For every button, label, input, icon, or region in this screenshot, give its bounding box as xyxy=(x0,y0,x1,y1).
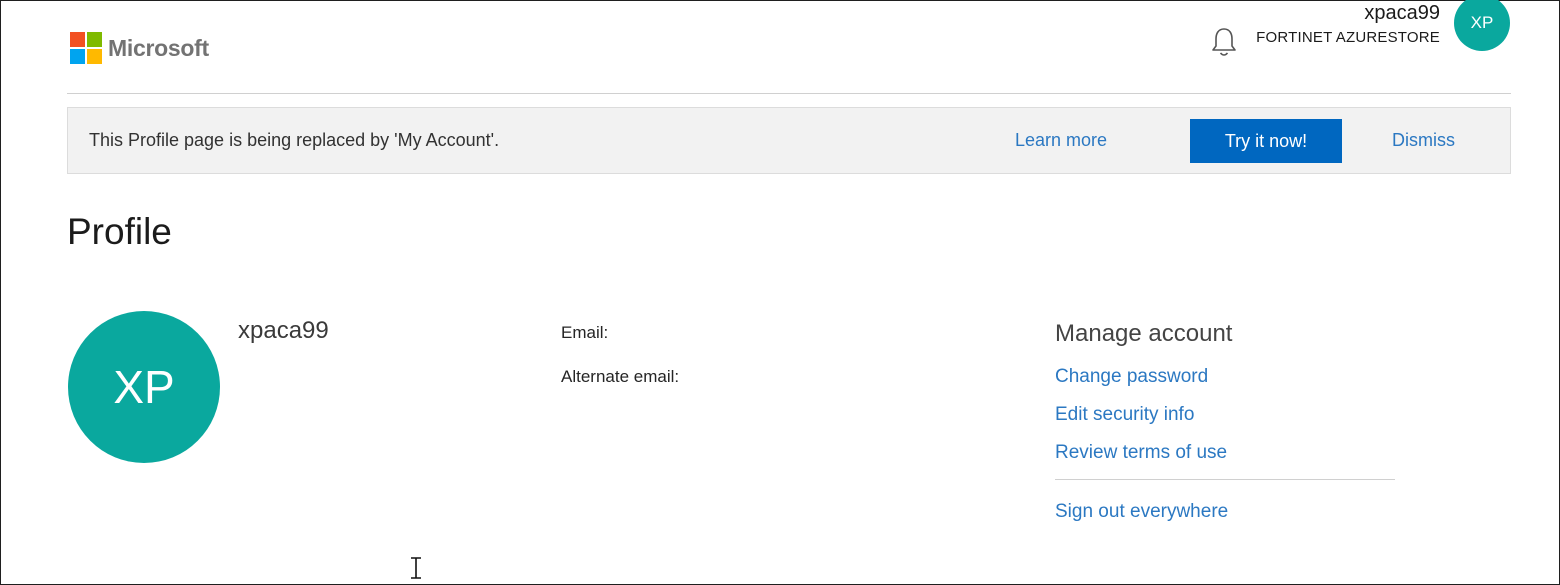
try-it-now-button[interactable]: Try it now! xyxy=(1190,119,1342,163)
text-cursor-icon xyxy=(409,556,423,580)
header-avatar[interactable]: XP xyxy=(1454,0,1510,51)
email-label: Email: xyxy=(561,323,609,342)
dismiss-link[interactable]: Dismiss xyxy=(1392,130,1455,151)
profile-name: xpaca99 xyxy=(238,317,329,344)
page-title: Profile xyxy=(67,211,172,252)
microsoft-logo: Microsoft xyxy=(70,32,209,64)
logo-square-blue xyxy=(70,49,85,64)
edit-security-info-link[interactable]: Edit security info xyxy=(1055,404,1194,426)
banner-message: This Profile page is being replaced by '… xyxy=(89,130,500,150)
header-user-name: xpaca99 xyxy=(1364,2,1440,24)
review-terms-link[interactable]: Review terms of use xyxy=(1055,442,1227,464)
notification-banner: This Profile page is being replaced by '… xyxy=(67,107,1511,174)
profile-avatar: XP xyxy=(68,311,220,463)
learn-more-link[interactable]: Learn more xyxy=(1015,130,1107,151)
app-window: Microsoft xpaca99 FORTINET AZURESTORE XP… xyxy=(0,0,1560,585)
account-info[interactable]: xpaca99 FORTINET AZURESTORE xyxy=(1256,1,1440,46)
logo-square-green xyxy=(87,32,102,47)
change-password-link[interactable]: Change password xyxy=(1055,366,1208,388)
manage-account-heading: Manage account xyxy=(1055,320,1233,347)
logo-square-red xyxy=(70,32,85,47)
header-divider xyxy=(67,93,1511,94)
header-organization: FORTINET AZURESTORE xyxy=(1256,29,1440,46)
brand-name: Microsoft xyxy=(108,34,209,61)
logo-square-yellow xyxy=(87,49,102,64)
sign-out-everywhere-link[interactable]: Sign out everywhere xyxy=(1055,501,1228,523)
alternate-email-label: Alternate email: xyxy=(561,367,680,386)
manage-divider xyxy=(1055,479,1395,480)
bell-icon[interactable] xyxy=(1209,25,1239,59)
microsoft-logo-icon xyxy=(70,32,102,64)
